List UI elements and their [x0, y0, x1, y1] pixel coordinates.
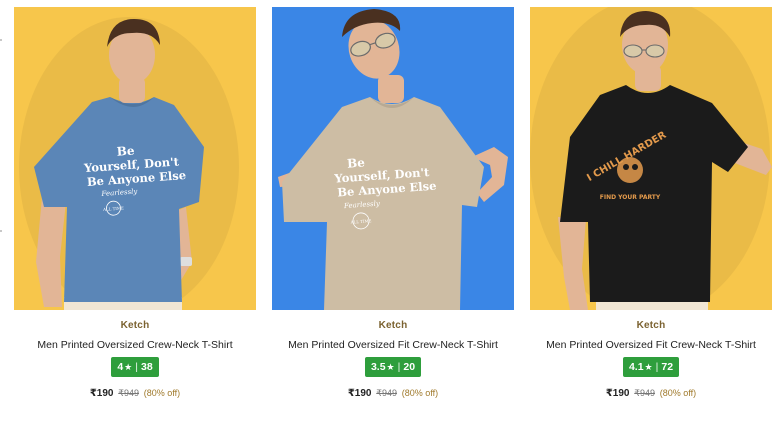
- product-brand[interactable]: Ketch: [272, 320, 514, 332]
- rating-value: 3.5: [370, 361, 386, 373]
- product-image[interactable]: Be Yourself, Don't Be Anyone Else Fearle…: [14, 7, 256, 310]
- product-card[interactable]: Be Yourself, Don't Be Anyone Else Fearle…: [272, 7, 514, 400]
- product-title[interactable]: Men Printed Oversized Fit Crew-Neck T-Sh…: [530, 338, 772, 352]
- svg-text:FIND YOUR PARTY: FIND YOUR PARTY: [600, 194, 661, 201]
- rating-value: 4: [117, 361, 124, 373]
- edge-marker: [0, 230, 2, 232]
- price-current: ₹190: [605, 388, 630, 399]
- rating-badge: 4★ | 38: [111, 357, 159, 377]
- product-brand[interactable]: Ketch: [530, 320, 772, 332]
- review-count: 20: [403, 361, 416, 373]
- product-card[interactable]: I CHILL HARDER FIND YOUR PARTY Ketch Men…: [530, 7, 772, 400]
- price-discount: (80% off): [143, 388, 181, 398]
- edge-marker: [0, 39, 2, 41]
- price-current: ₹190: [347, 388, 372, 399]
- price-row: ₹190 ₹949 (80% off): [272, 386, 514, 400]
- rating-badge: 4.1★ | 72: [622, 357, 680, 377]
- star-icon: ★: [386, 362, 395, 372]
- price-row: ₹190 ₹949 (80% off): [14, 386, 256, 400]
- product-title[interactable]: Men Printed Oversized Fit Crew-Neck T-Sh…: [272, 338, 514, 352]
- product-title[interactable]: Men Printed Oversized Crew-Neck T-Shirt: [14, 338, 256, 352]
- star-icon: ★: [124, 362, 133, 372]
- rating-separator: |: [397, 361, 401, 373]
- product-image[interactable]: I CHILL HARDER FIND YOUR PARTY: [530, 7, 772, 310]
- rating-value: 4.1: [628, 361, 644, 373]
- price-discount: (80% off): [659, 388, 697, 398]
- price-discount: (80% off): [401, 388, 439, 398]
- price-current: ₹190: [89, 388, 114, 399]
- review-count: 72: [661, 361, 674, 373]
- price-row: ₹190 ₹949 (80% off): [530, 386, 772, 400]
- svg-text:Be: Be: [116, 144, 135, 159]
- price-mrp: ₹949: [376, 388, 398, 398]
- star-icon: ★: [644, 362, 653, 372]
- rating-separator: |: [135, 361, 138, 373]
- product-card[interactable]: Be Yourself, Don't Be Anyone Else Fearle…: [14, 7, 256, 400]
- product-image[interactable]: Be Yourself, Don't Be Anyone Else Fearle…: [272, 7, 514, 310]
- rating-badge: 3.5★ | 20: [364, 357, 422, 377]
- product-brand[interactable]: Ketch: [14, 320, 256, 332]
- rating-separator: |: [655, 361, 659, 373]
- price-mrp: ₹949: [634, 388, 656, 398]
- svg-text:Be: Be: [347, 156, 366, 171]
- price-mrp: ₹949: [118, 388, 140, 398]
- review-count: 38: [140, 361, 153, 373]
